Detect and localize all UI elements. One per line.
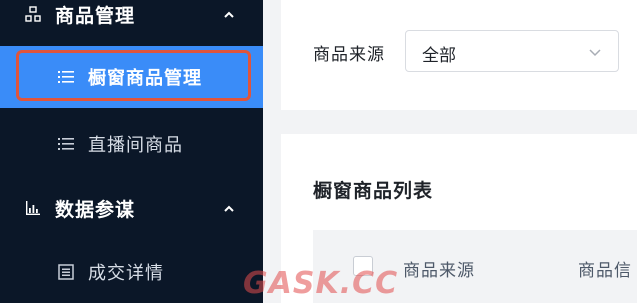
list-title: 橱窗商品列表 xyxy=(313,180,434,202)
sidebar-group-label: 数据参谋 xyxy=(55,198,136,221)
highlight-annotation xyxy=(16,50,251,101)
select-value: 全部 xyxy=(422,46,456,66)
sidebar-item-live-room-products[interactable]: 直播间商品 xyxy=(0,113,263,175)
document-icon xyxy=(57,263,75,281)
bar-chart-icon xyxy=(24,199,42,217)
column-header-source: 商品来源 xyxy=(403,261,475,281)
main-content: 商品来源 全部 橱窗商品列表 商品来源 商品信 xyxy=(263,0,641,303)
sidebar-item-label: 成交详情 xyxy=(88,263,164,284)
chevron-down-icon xyxy=(588,44,602,58)
sidebar: 商品管理 橱窗商品管理 直播间商品 数据参谋 成交详情 xyxy=(0,0,263,303)
sidebar-item-transaction-details[interactable]: 成交详情 xyxy=(0,241,263,303)
source-select[interactable]: 全部 xyxy=(405,30,619,72)
product-tree-icon xyxy=(24,5,42,23)
filter-card: 商品来源 全部 xyxy=(281,0,641,110)
sidebar-item-label: 直播间商品 xyxy=(88,135,183,156)
column-header-info: 商品信 xyxy=(578,261,632,281)
sidebar-group-data-advisor[interactable]: 数据参谋 xyxy=(0,178,263,238)
sidebar-group-product-management[interactable]: 商品管理 xyxy=(0,0,263,44)
scrollbar-track[interactable] xyxy=(637,0,641,303)
chevron-up-icon[interactable] xyxy=(222,7,236,21)
chevron-up-icon[interactable] xyxy=(222,201,236,215)
list-icon xyxy=(57,135,75,153)
filter-label: 商品来源 xyxy=(313,45,385,65)
sidebar-group-label: 商品管理 xyxy=(55,4,136,27)
watermark: GASK.CC xyxy=(243,266,399,301)
